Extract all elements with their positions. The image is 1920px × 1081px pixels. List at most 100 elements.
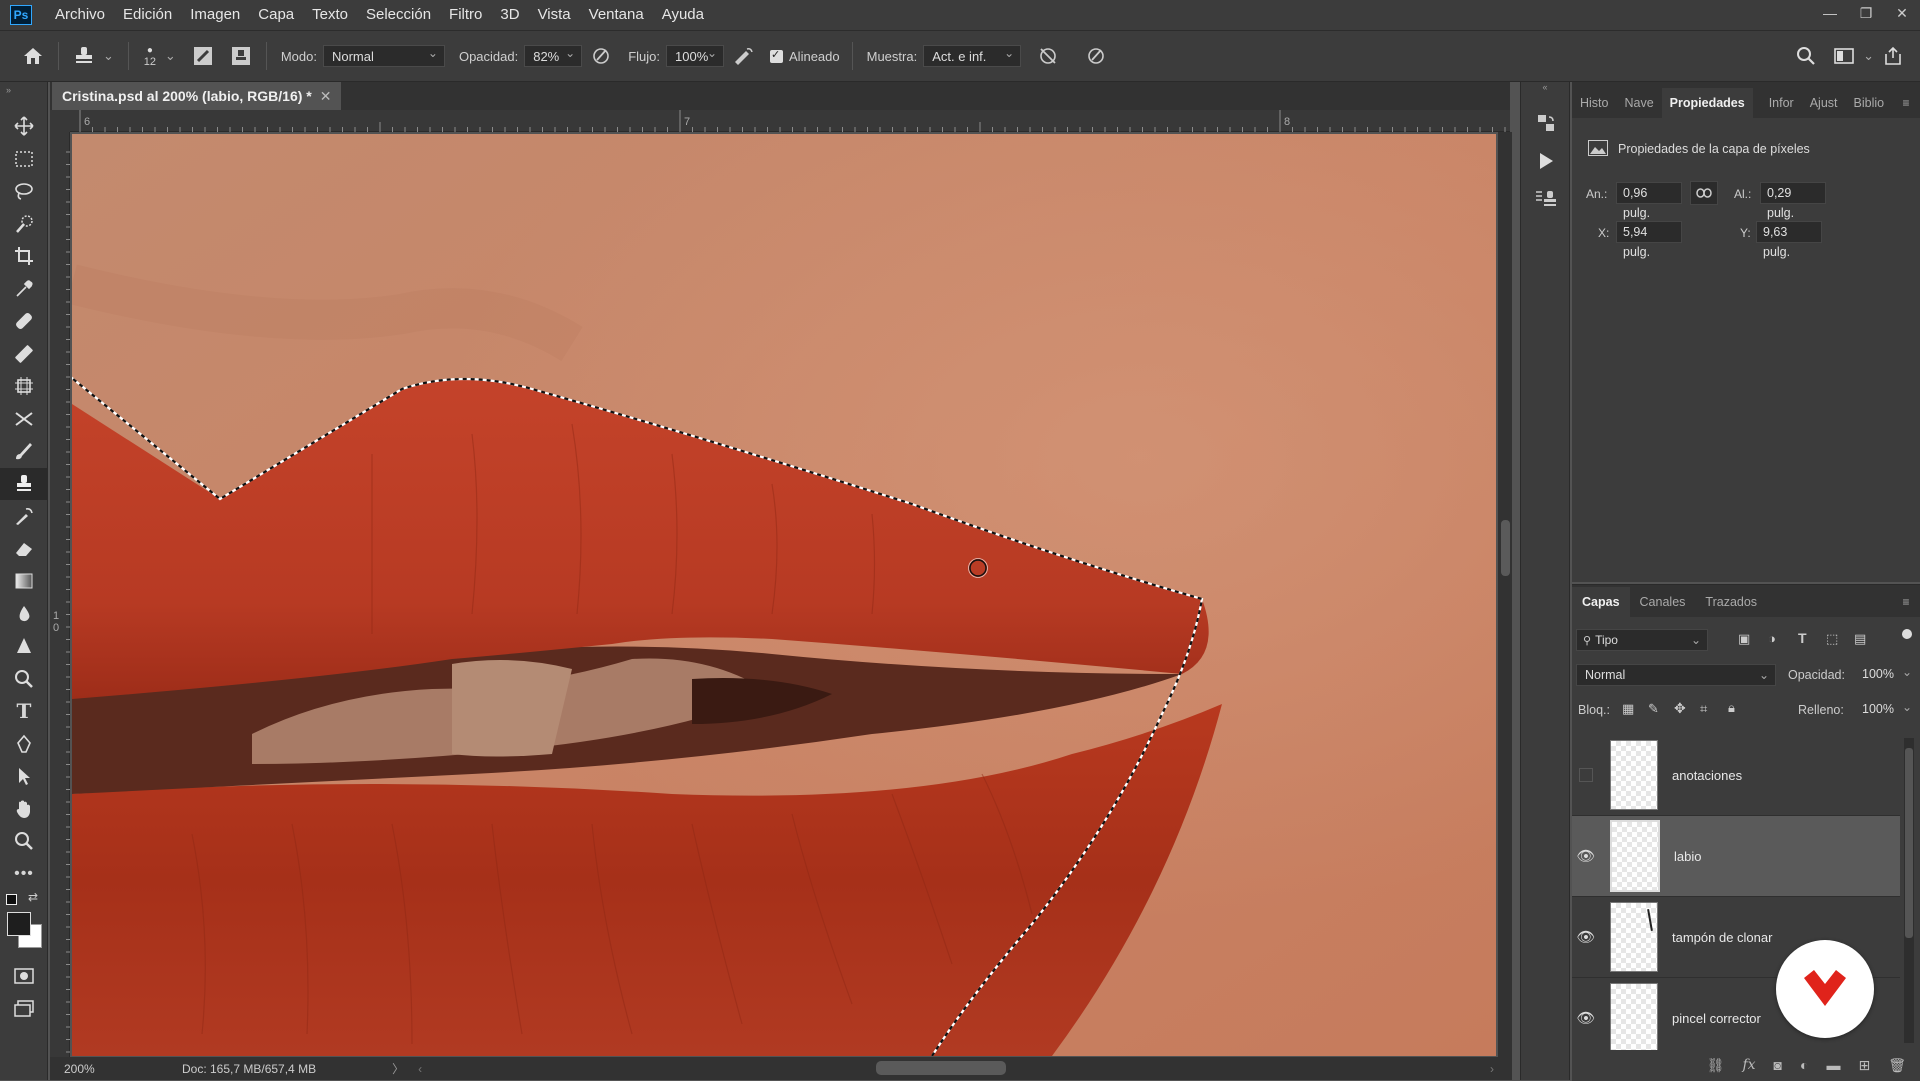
scroll-right-icon[interactable]: ›	[1490, 1062, 1494, 1076]
layers-menu-icon[interactable]: ≡	[1892, 587, 1920, 617]
dodge-tool-icon[interactable]	[0, 630, 48, 663]
layer-thumbnail[interactable]	[1610, 820, 1660, 892]
lock-artboard-icon[interactable]: ⌗	[1700, 701, 1707, 717]
horizontal-scroll-thumb[interactable]	[876, 1061, 1006, 1075]
ruler-origin[interactable]	[50, 110, 70, 132]
gradient-tool-icon[interactable]	[0, 565, 48, 598]
width-input[interactable]: 0,96 pulg.	[1616, 182, 1682, 220]
hand-tool-icon[interactable]	[0, 793, 48, 826]
chevron-down-icon[interactable]: ⌄	[103, 48, 114, 64]
menu-ventana[interactable]: Ventana	[580, 0, 653, 30]
photoshop-logo[interactable]: Ps	[10, 5, 32, 25]
filter-toggle-icon[interactable]	[1902, 629, 1912, 639]
content-aware-move-icon[interactable]	[0, 403, 48, 436]
layer-name[interactable]: tampón de clonar	[1672, 930, 1772, 945]
menu-capa[interactable]: Capa	[249, 0, 303, 30]
new-layer-icon[interactable]: ⊞	[1858, 1057, 1870, 1074]
minimize-icon[interactable]: —	[1812, 0, 1848, 30]
chevron-down-icon[interactable]: ⌄	[1863, 48, 1874, 64]
brush-settings-icon[interactable]	[188, 41, 218, 71]
path-pen-tool-icon[interactable]	[0, 728, 48, 761]
default-colors-icon[interactable]	[6, 894, 17, 905]
menu-seleccion[interactable]: Selección	[357, 0, 440, 30]
new-adjustment-layer-icon[interactable]: ◐	[1800, 1057, 1808, 1073]
layer-row-labio[interactable]: 👁︎ labio	[1572, 816, 1900, 897]
layer-name[interactable]: pincel corrector	[1672, 1011, 1761, 1026]
path-selection-tool-icon[interactable]	[0, 760, 48, 793]
clone-stamp-preset-icon[interactable]	[69, 41, 99, 71]
share-icon[interactable]	[1878, 41, 1908, 71]
zoom-level[interactable]: 200%	[64, 1062, 164, 1076]
eraser-tool-icon[interactable]	[0, 533, 48, 566]
tab-canales[interactable]: Canales	[1630, 587, 1696, 617]
ruler-bandage-tool-icon[interactable]	[0, 338, 48, 371]
type-tool-icon[interactable]: T	[0, 695, 48, 728]
add-mask-icon[interactable]: ◙	[1774, 1057, 1782, 1073]
layer-name[interactable]: labio	[1674, 849, 1701, 864]
search-icon[interactable]	[1791, 41, 1821, 71]
swap-colors-icon[interactable]: ⇄	[28, 890, 38, 904]
lock-transparent-icon[interactable]: ▦	[1622, 701, 1634, 717]
y-input[interactable]: 9,63 pulg.	[1756, 221, 1822, 259]
fill-value[interactable]: 100%	[1862, 702, 1894, 716]
filter-adjustment-icon[interactable]: ◑	[1768, 631, 1776, 646]
airbrush-icon[interactable]	[728, 41, 758, 71]
color-swatches[interactable]: ⇄	[0, 890, 47, 960]
more-tools-icon[interactable]: •••	[0, 858, 48, 891]
clone-source-icon[interactable]	[226, 41, 256, 71]
link-dimensions-icon[interactable]	[1690, 181, 1718, 205]
home-icon[interactable]	[18, 41, 48, 71]
flow-input[interactable]: 100%	[666, 42, 725, 67]
crop-tool-icon[interactable]	[0, 240, 48, 273]
delete-layer-icon[interactable]: 🗑︎	[1888, 1057, 1906, 1074]
layer-row-anotaciones[interactable]: anotaciones	[1572, 735, 1900, 816]
marquee-tool-icon[interactable]	[0, 143, 48, 176]
menu-3d[interactable]: 3D	[491, 0, 528, 30]
close-icon[interactable]: ✕	[1884, 0, 1920, 30]
document-tab[interactable]: Cristina.psd al 200% (labio, RGB/16) * ✕	[52, 82, 342, 110]
layer-opacity-value[interactable]: 100%	[1862, 667, 1894, 681]
vertical-scroll-thumb[interactable]	[1501, 520, 1510, 576]
screen-mode-icon[interactable]	[0, 993, 48, 1026]
tab-ajustes[interactable]: Ajust	[1802, 88, 1846, 118]
layer-thumbnail[interactable]	[1610, 983, 1658, 1053]
layer-filter-select[interactable]: ⚲ Tipo ⌄	[1576, 629, 1708, 651]
move-tool-icon[interactable]	[0, 110, 48, 143]
restore-icon[interactable]: ❐	[1848, 0, 1884, 30]
tab-trazados[interactable]: Trazados	[1695, 587, 1767, 617]
layer-name[interactable]: anotaciones	[1672, 768, 1742, 783]
document-canvas[interactable]	[72, 134, 1496, 1056]
panel-menu-icon[interactable]: ≡	[1892, 88, 1920, 118]
pressure-size-icon[interactable]	[1081, 41, 1111, 71]
history-brush-tool-icon[interactable]	[0, 500, 48, 533]
chevron-down-icon[interactable]: ⌄	[165, 48, 176, 64]
photo-lips[interactable]	[72, 134, 1496, 1056]
opacity-input[interactable]: 82%	[524, 42, 583, 67]
zoom-tool-icon[interactable]	[0, 825, 48, 858]
menu-vista[interactable]: Vista	[529, 0, 580, 30]
menu-filtro[interactable]: Filtro	[440, 0, 491, 30]
menu-texto[interactable]: Texto	[303, 0, 357, 30]
menu-archivo[interactable]: Archivo	[46, 0, 114, 30]
foreground-color-swatch[interactable]	[7, 912, 31, 936]
document-size-info[interactable]: Doc: 165,7 MB/657,4 MB	[182, 1062, 316, 1076]
vertical-ruler[interactable]: 1 0	[50, 132, 70, 1057]
quick-mask-icon[interactable]	[0, 960, 48, 993]
brush-size-picker[interactable]: ● 12	[135, 45, 165, 68]
horizontal-ruler[interactable]: 6 7 8	[70, 110, 1510, 132]
vertical-scrollbar[interactable]	[1498, 132, 1512, 1057]
lock-all-icon[interactable]: 🔒︎	[1728, 700, 1735, 716]
layers-scroll-thumb[interactable]	[1905, 748, 1913, 938]
status-menu-icon[interactable]: 〉	[392, 1060, 404, 1077]
layer-thumbnail[interactable]	[1610, 902, 1658, 972]
link-layers-icon[interactable]: ⛓︎	[1707, 1057, 1725, 1074]
sample-select[interactable]: Act. e inf.	[923, 42, 1022, 67]
blur-tool-icon[interactable]	[0, 598, 48, 631]
filter-type-icon[interactable]: T	[1798, 630, 1807, 646]
scroll-left-icon[interactable]: ‹	[418, 1062, 422, 1076]
clone-stamp-tool-icon[interactable]	[0, 467, 48, 500]
mode-select[interactable]: Normal	[322, 42, 445, 67]
healing-brush-tool-icon[interactable]	[0, 305, 48, 338]
brush-tool-icon[interactable]	[0, 435, 48, 468]
lock-image-icon[interactable]: ✎	[1648, 701, 1659, 717]
